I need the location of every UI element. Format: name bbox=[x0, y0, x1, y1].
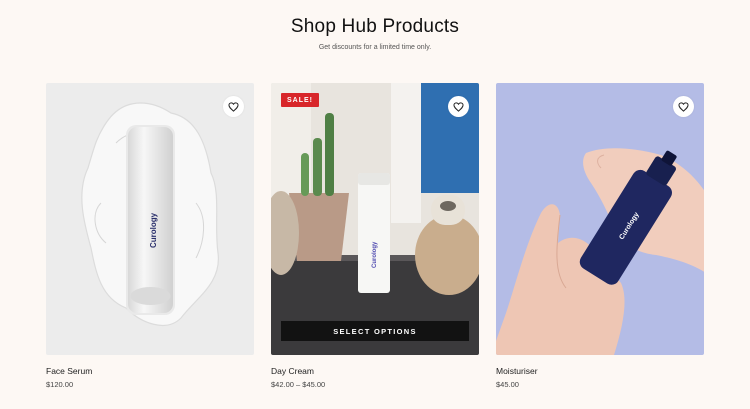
product-price: $42.00 – $45.00 bbox=[271, 380, 326, 389]
product-name[interactable]: Face Serum bbox=[46, 366, 254, 376]
product-price: $120.00 bbox=[46, 380, 74, 389]
day-cream-photo: Curology bbox=[271, 83, 479, 355]
wishlist-button[interactable] bbox=[223, 96, 244, 117]
heart-outline-icon bbox=[453, 101, 464, 112]
select-options-button[interactable]: SELECT OPTIONS bbox=[281, 321, 469, 341]
product-price: $45.00 bbox=[496, 380, 519, 389]
product-card-face-serum[interactable]: Curology Face Serum $120.00 bbox=[46, 83, 254, 389]
product-name[interactable]: Moisturiser bbox=[496, 366, 704, 376]
face-serum-photo: Curology bbox=[46, 83, 254, 355]
wishlist-button[interactable] bbox=[673, 96, 694, 117]
product-card-day-cream[interactable]: Curology SALE! SELECT OPTIONS Day Cream … bbox=[271, 83, 479, 389]
page-header: Shop Hub Products Get discounts for a li… bbox=[0, 16, 750, 51]
moisturiser-photo: Curology bbox=[496, 83, 704, 355]
product-name[interactable]: Day Cream bbox=[271, 366, 479, 376]
product-image-moisturiser[interactable]: Curology bbox=[496, 83, 704, 355]
wishlist-button[interactable] bbox=[448, 96, 469, 117]
heart-outline-icon bbox=[678, 101, 689, 112]
product-image-day-cream[interactable]: Curology SALE! SELECT OPTIONS bbox=[271, 83, 479, 355]
product-card-moisturiser[interactable]: Curology Moisturiser $45.00 bbox=[496, 83, 704, 389]
day-cream-brand-text: Curology bbox=[372, 241, 378, 268]
heart-outline-icon bbox=[228, 101, 239, 112]
page-subtitle: Get discounts for a limited time only. bbox=[318, 44, 432, 51]
face-serum-brand-text: Curology bbox=[149, 212, 158, 248]
sale-badge: SALE! bbox=[281, 93, 319, 107]
page-title: Shop Hub Products bbox=[290, 16, 460, 37]
product-image-face-serum[interactable]: Curology bbox=[46, 83, 254, 355]
